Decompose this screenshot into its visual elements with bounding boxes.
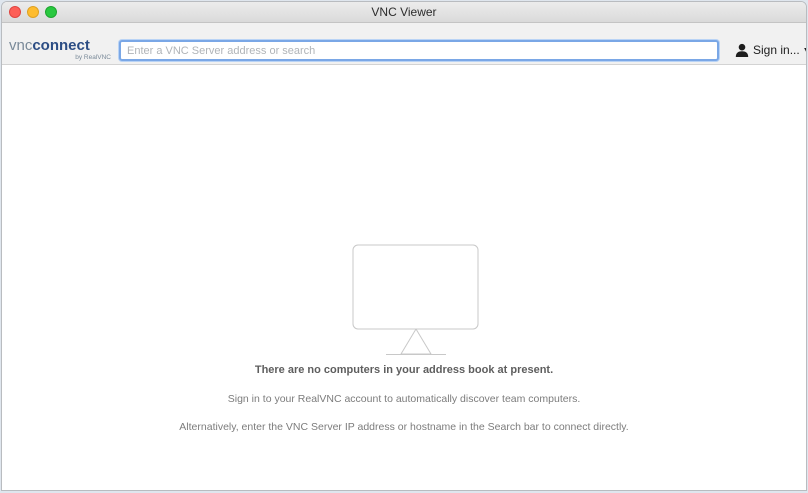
window-title: VNC Viewer <box>371 5 437 19</box>
vnc-connect-logo: vncconnect by RealVNC <box>9 38 113 64</box>
chevron-down-icon: ▼ <box>803 47 806 54</box>
empty-state-title: There are no computers in your address b… <box>254 364 554 376</box>
empty-state-signin-hint: Sign in to your RealVNC account to autom… <box>227 393 581 405</box>
server-address-search-input[interactable] <box>119 40 719 61</box>
brand-connect-text: connect <box>32 37 90 54</box>
user-icon <box>735 43 749 57</box>
sign-in-button[interactable]: Sign in... ▼ <box>735 40 806 60</box>
sign-in-label: Sign in... <box>753 43 800 57</box>
address-book-area[interactable]: There are no computers in your address b… <box>2 65 806 490</box>
title-bar[interactable]: VNC Viewer <box>2 2 806 23</box>
vnc-viewer-window: VNC Viewer vncconnect by RealVNC Sign in… <box>1 1 807 491</box>
brand-wordmark: vncconnect <box>9 38 90 53</box>
brand-by-realvnc: by RealVNC <box>75 54 111 61</box>
brand-vnc-text: vnc <box>9 37 33 54</box>
monitor-icon <box>352 244 480 361</box>
empty-state-search-hint: Alternatively, enter the VNC Server IP a… <box>179 421 629 433</box>
